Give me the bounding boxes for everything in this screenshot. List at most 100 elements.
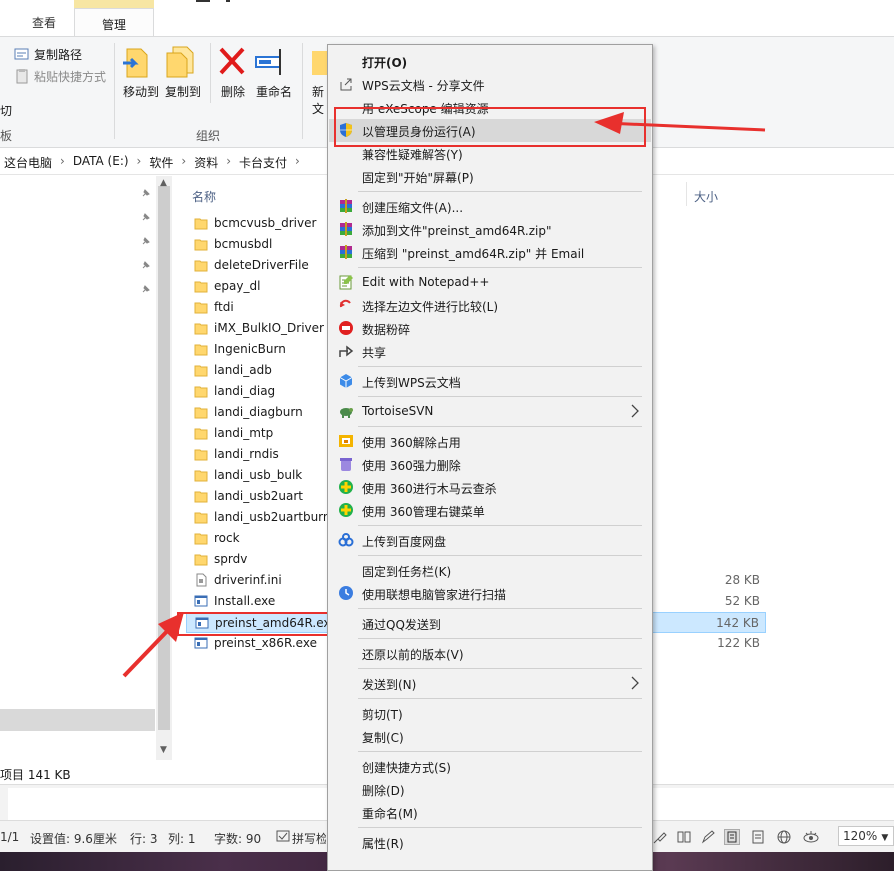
pin-icon[interactable] — [141, 188, 151, 198]
pin-icon[interactable] — [141, 284, 151, 294]
menu-item[interactable]: 创建压缩文件(A)... — [329, 195, 651, 218]
menu-item[interactable]: 数据粉碎 — [329, 317, 651, 340]
menu-item[interactable]: 删除(D) — [329, 778, 651, 801]
menu-item[interactable]: 剪切(T) — [329, 702, 651, 725]
delete-button[interactable]: 删除 — [216, 45, 250, 100]
web-view-icon[interactable] — [776, 829, 792, 845]
column-header-name[interactable]: 名称 — [192, 188, 216, 205]
new-button-partial[interactable]: 新 文 — [308, 45, 328, 117]
paste-shortcut-button[interactable]: 粘贴快捷方式 — [14, 67, 106, 85]
pin-icon[interactable] — [141, 236, 151, 246]
menu-item[interactable]: 添加到文件"preinst_amd64R.zip" — [329, 218, 651, 241]
menu-item-label: 压缩到 "preinst_amd64R.zip" 并 Email — [362, 247, 585, 261]
menu-item[interactable]: 使用 360进行木马云查杀 — [329, 476, 651, 499]
menu-item[interactable]: 上传到百度网盘 — [329, 529, 651, 552]
rename-icon — [254, 45, 294, 79]
menu-item-label: 打开(O) — [362, 56, 408, 70]
rename-label: 重命名 — [255, 85, 292, 99]
context-menu: 打开(O) WPS云文档 - 分享文件用 eXeScope 编辑资源 以管理员身份运… — [327, 44, 653, 871]
file-name: landi_diagburn — [214, 405, 303, 419]
tab-manage[interactable]: 管理 — [74, 8, 154, 36]
menu-item-label: TortoiseSVN — [362, 404, 434, 418]
delete-label: 删除 — [220, 85, 245, 99]
setting-value[interactable]: 设置值: 9.6厘米 — [30, 830, 117, 847]
organize-group-label: 组织 — [196, 129, 221, 143]
folder-icon — [194, 552, 208, 566]
ribbon-tab-bar: 查看 管理 — [0, 0, 894, 36]
move-to-button[interactable]: 移动到 — [121, 45, 161, 100]
menu-item[interactable]: 上传到WPS云文档 — [329, 370, 651, 393]
column-divider[interactable] — [686, 182, 687, 206]
360-unlock-icon — [338, 433, 355, 450]
outline-view-icon[interactable] — [750, 829, 766, 845]
menu-item[interactable]: 共享 — [329, 340, 651, 363]
spellcheck-label[interactable]: 拼写检 — [292, 830, 326, 847]
menu-item-label: 删除(D) — [362, 784, 405, 798]
folder-icon — [194, 426, 208, 440]
menu-item[interactable]: 创建快捷方式(S) — [329, 755, 651, 778]
folder-icon — [194, 279, 208, 293]
breadcrumb-materials[interactable]: 资料 — [194, 154, 218, 171]
rename-button[interactable]: 重命名 — [254, 45, 294, 100]
breadcrumb-data-e[interactable]: DATA (E:) — [73, 154, 129, 171]
menu-item[interactable]: 固定到任务栏(K) — [329, 559, 651, 582]
menu-item-label: 通过QQ发送到 — [362, 618, 441, 632]
menu-item-label: 还原以前的版本(V) — [362, 648, 464, 662]
copy-path-button[interactable]: 复制路径 — [14, 45, 82, 63]
window-fragment — [226, 0, 230, 2]
menu-item[interactable]: 固定到"开始"屏幕(P) — [329, 165, 651, 188]
scroll-up-icon[interactable]: ▲ — [160, 178, 167, 188]
winrar-icon — [338, 198, 355, 215]
view-icon[interactable] — [652, 829, 668, 845]
cut-button-partial[interactable]: 切 — [0, 101, 12, 119]
menu-item[interactable]: 重命名(M) — [329, 801, 651, 824]
pen-icon[interactable] — [700, 829, 716, 845]
pin-icon[interactable] — [141, 212, 151, 222]
breadcrumb-this-pc[interactable]: 这台电脑 — [4, 154, 52, 171]
tab-view[interactable]: 查看 — [32, 14, 56, 31]
move-to-icon — [121, 45, 161, 79]
zoom-select[interactable]: 120% ▼ — [838, 826, 894, 846]
breadcrumb-software[interactable]: 软件 — [149, 154, 173, 171]
menu-item[interactable]: 使用 360管理右键菜单 — [329, 499, 651, 522]
menu-separator — [358, 751, 642, 752]
menu-item[interactable]: WPS云文档 - 分享文件 — [329, 73, 651, 96]
menu-item[interactable]: 还原以前的版本(V) — [329, 642, 651, 665]
menu-item[interactable]: 复制(C) — [329, 725, 651, 748]
page-view-icon[interactable] — [724, 829, 740, 845]
menu-item[interactable]: 属性(R) — [329, 831, 651, 854]
menu-item[interactable]: 使用 360解除占用 — [329, 430, 651, 453]
eye-protection-icon[interactable] — [802, 829, 819, 845]
nav-selected-item[interactable] — [0, 709, 155, 731]
folder-icon — [194, 489, 208, 503]
copy-to-button[interactable]: 复制到 — [163, 45, 203, 100]
paste-shortcut-label: 粘贴快捷方式 — [34, 69, 107, 84]
menu-item[interactable]: 使用联想电脑管家进行扫描 — [329, 582, 651, 605]
submenu-arrow-icon — [631, 403, 639, 419]
column-header-size[interactable]: 大小 — [694, 188, 718, 205]
word-count[interactable]: 字数: 90 — [214, 830, 261, 847]
menu-item[interactable]: 选择左边文件进行比较(L) — [329, 294, 651, 317]
file-size: 122 KB — [717, 636, 760, 650]
file-size: 142 KB — [716, 616, 759, 630]
reading-mode-icon[interactable] — [676, 829, 692, 845]
menu-separator — [358, 191, 642, 192]
copy-path-label: 复制路径 — [34, 47, 83, 62]
submenu-arrow-icon — [631, 675, 639, 691]
breadcrumb-card-payment[interactable]: 卡台支付 — [239, 154, 287, 171]
file-name: landi_usb2uartburn — [214, 510, 331, 524]
pin-icon[interactable] — [141, 260, 151, 270]
menu-item[interactable]: TortoiseSVN — [329, 400, 651, 423]
menu-item[interactable]: 压缩到 "preinst_amd64R.zip" 并 Email — [329, 241, 651, 264]
menu-item-label: 选择左边文件进行比较(L) — [362, 300, 499, 314]
page-indicator[interactable]: 1/1 — [0, 830, 19, 844]
menu-item[interactable]: 发送到(N) — [329, 672, 651, 695]
scroll-down-icon[interactable]: ▼ — [160, 745, 167, 755]
menu-item[interactable]: Edit with Notepad++ — [329, 271, 651, 294]
folder-icon — [194, 300, 208, 314]
zoom-value: 120% — [843, 829, 878, 843]
menu-item[interactable]: 使用 360强力删除 — [329, 453, 651, 476]
menu-item[interactable]: 通过QQ发送到 — [329, 612, 651, 635]
new-label-1: 新 — [311, 85, 324, 99]
menu-item[interactable]: 打开(O) — [329, 50, 651, 73]
